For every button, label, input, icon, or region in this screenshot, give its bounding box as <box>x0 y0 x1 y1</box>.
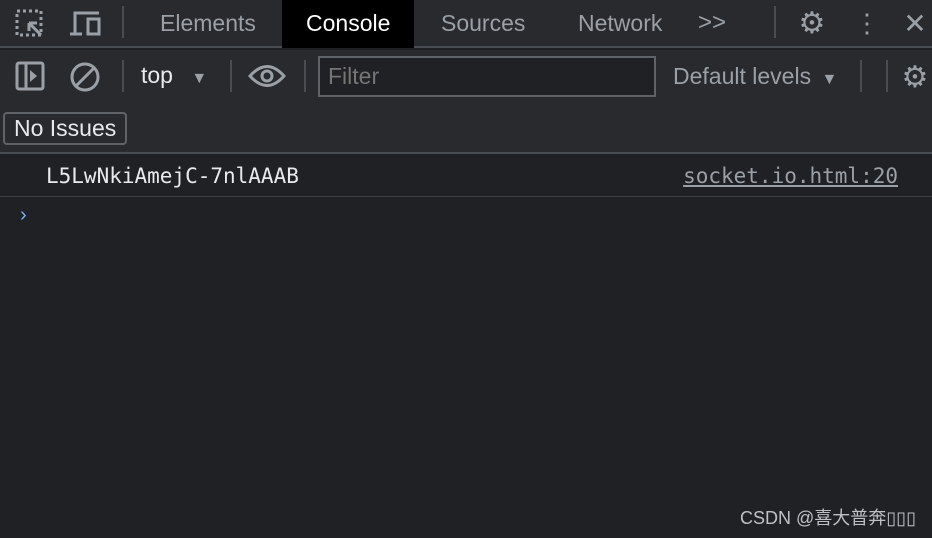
tab-console[interactable]: Console <box>282 0 415 48</box>
console-toolbar: top ▼ Default levels ▼ ⚙ <box>0 50 932 104</box>
context-selector[interactable]: top ▼ <box>141 62 207 92</box>
more-tabs-icon[interactable]: >> <box>696 8 728 38</box>
settings-gear-icon[interactable]: ⚙ <box>795 6 829 40</box>
issues-bar: No Issues <box>0 104 932 154</box>
tab-elements[interactable]: Elements <box>136 0 280 48</box>
divider <box>304 60 306 92</box>
divider <box>122 6 124 38</box>
dropdown-arrow-icon: ▼ <box>191 70 208 87</box>
tab-sources[interactable]: Sources <box>417 0 549 48</box>
more-options-icon[interactable]: ⋮ <box>854 6 880 40</box>
close-icon[interactable]: ✕ <box>900 6 930 40</box>
no-issues-button[interactable]: No Issues <box>3 112 128 145</box>
divider <box>886 60 888 92</box>
devtools-tabbar: Elements Console Sources Network >> ⚙ ⋮ … <box>0 0 932 48</box>
watermark: CSDN @喜大普奔▯▯▯ <box>740 508 916 528</box>
live-expression-eye-icon[interactable] <box>248 62 286 90</box>
source-link[interactable]: socket.io.html:20 <box>683 164 898 188</box>
divider <box>230 60 232 92</box>
divider <box>860 60 862 92</box>
tab-network[interactable]: Network <box>554 0 686 48</box>
dropdown-arrow-icon: ▼ <box>821 71 838 88</box>
clear-console-icon[interactable] <box>68 60 102 94</box>
sidebar-toggle-icon[interactable] <box>14 60 46 92</box>
console-settings-gear-icon[interactable]: ⚙ <box>898 60 932 94</box>
message-text: L5LwNkiAmejC-7nlAAAB <box>46 164 299 188</box>
divider <box>774 6 776 38</box>
device-toolbar-icon[interactable] <box>68 8 104 40</box>
divider <box>122 60 124 92</box>
console-prompt-icon[interactable]: › <box>20 204 27 227</box>
console-message: L5LwNkiAmejC-7nlAAAB socket.io.html:20 <box>0 156 932 197</box>
log-levels-dropdown[interactable]: Default levels ▼ <box>673 63 837 90</box>
log-levels-label: Default levels <box>673 63 812 89</box>
context-value: top <box>141 62 173 88</box>
inspect-element-icon[interactable] <box>14 8 46 40</box>
filter-input[interactable] <box>318 56 656 97</box>
